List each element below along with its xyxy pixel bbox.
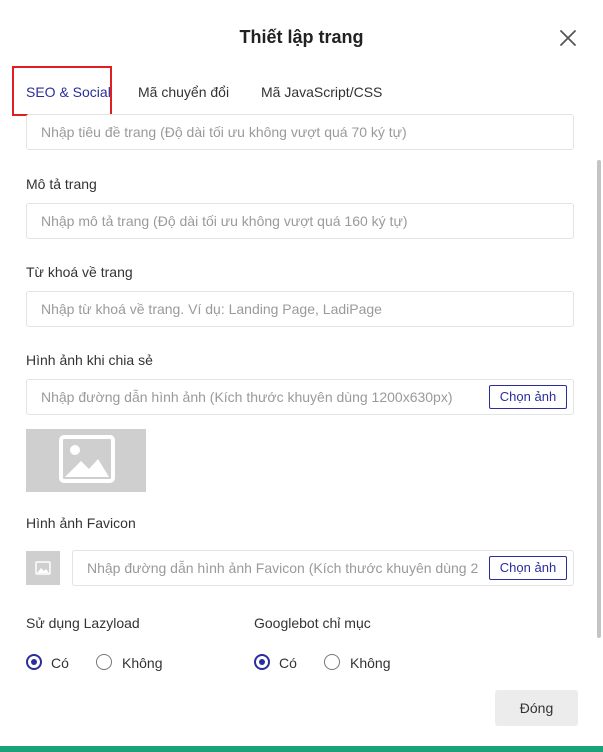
page-description-input[interactable] (26, 203, 574, 239)
choose-favicon-button[interactable]: Chọn ảnh (489, 556, 567, 580)
page-keywords-input[interactable] (26, 291, 574, 327)
favicon-preview (26, 551, 60, 585)
lazyload-label: Sử dụng Lazyload (26, 615, 140, 631)
backdrop-bottom-edge (0, 746, 603, 752)
share-image-label: Hình ảnh khi chia sẻ (26, 352, 153, 368)
active-tab-highlight (12, 66, 112, 116)
keywords-label: Từ khoá về trang (26, 264, 133, 280)
googlebot-label: Googlebot chỉ mục (254, 615, 371, 631)
modal-header: Thiết lập trang (0, 0, 603, 72)
share-image-preview (26, 429, 146, 492)
content-scrollbar[interactable] (597, 160, 601, 638)
lazyload-no-radio[interactable] (96, 654, 112, 670)
lazyload-yes-radio[interactable] (26, 654, 42, 670)
googlebot-no-radio[interactable] (324, 654, 340, 670)
page-settings-modal: Thiết lập trang SEO & Social Mã chuyển đ… (0, 0, 603, 746)
lazyload-no-label: Không (122, 655, 163, 671)
page-title-input[interactable] (26, 114, 574, 150)
modal-footer: Đóng (0, 674, 603, 746)
googlebot-no-label: Không (350, 655, 391, 671)
image-icon (59, 435, 115, 483)
modal-title: Thiết lập trang (239, 27, 364, 47)
googlebot-yes-radio[interactable] (254, 654, 270, 670)
close-icon[interactable] (556, 26, 580, 50)
googlebot-yes-label: Có (279, 655, 297, 671)
image-icon (35, 561, 51, 575)
close-button[interactable]: Đóng (495, 690, 578, 726)
description-label: Mô tả trang (26, 176, 97, 192)
tab-conversion-code[interactable]: Mã chuyển đổi (138, 84, 229, 100)
favicon-label: Hình ảnh Favicon (26, 515, 136, 531)
choose-share-image-button[interactable]: Chọn ảnh (489, 385, 567, 409)
tab-javascript-css[interactable]: Mã JavaScript/CSS (261, 84, 382, 100)
lazyload-yes-label: Có (51, 655, 69, 671)
